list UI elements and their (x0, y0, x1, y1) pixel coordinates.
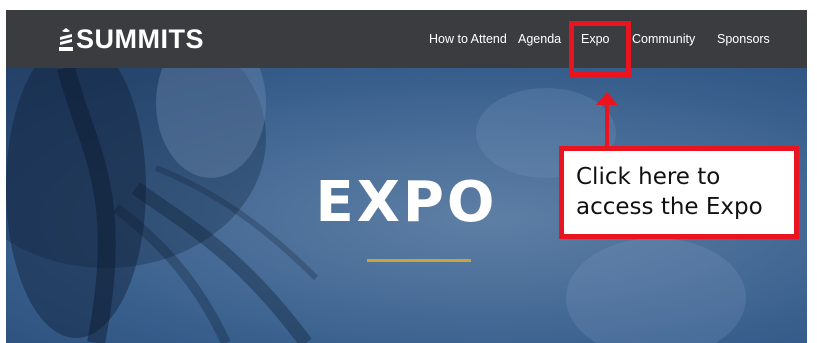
hero-title-underline (367, 259, 471, 262)
page-frame: SUMMITS How to Attend Agenda Expo Commun… (6, 10, 807, 343)
callout-text-line-1: Click here to (576, 164, 721, 190)
top-navbar: SUMMITS How to Attend Agenda Expo Commun… (6, 10, 807, 68)
main-nav: How to Attend Agenda Expo Community Spon… (6, 10, 807, 68)
nav-link-how-to-attend[interactable]: How to Attend (429, 10, 507, 68)
nav-link-sponsors[interactable]: Sponsors (717, 10, 770, 68)
nav-link-agenda[interactable]: Agenda (518, 10, 561, 68)
callout-text-line-2: access the Expo (576, 194, 763, 220)
hero-bokeh (566, 238, 746, 343)
nav-link-community[interactable]: Community (632, 10, 695, 68)
annotation-callout: Click here to access the Expo (559, 146, 799, 239)
expo-highlight-box (569, 21, 631, 77)
up-arrow-icon (596, 92, 618, 148)
